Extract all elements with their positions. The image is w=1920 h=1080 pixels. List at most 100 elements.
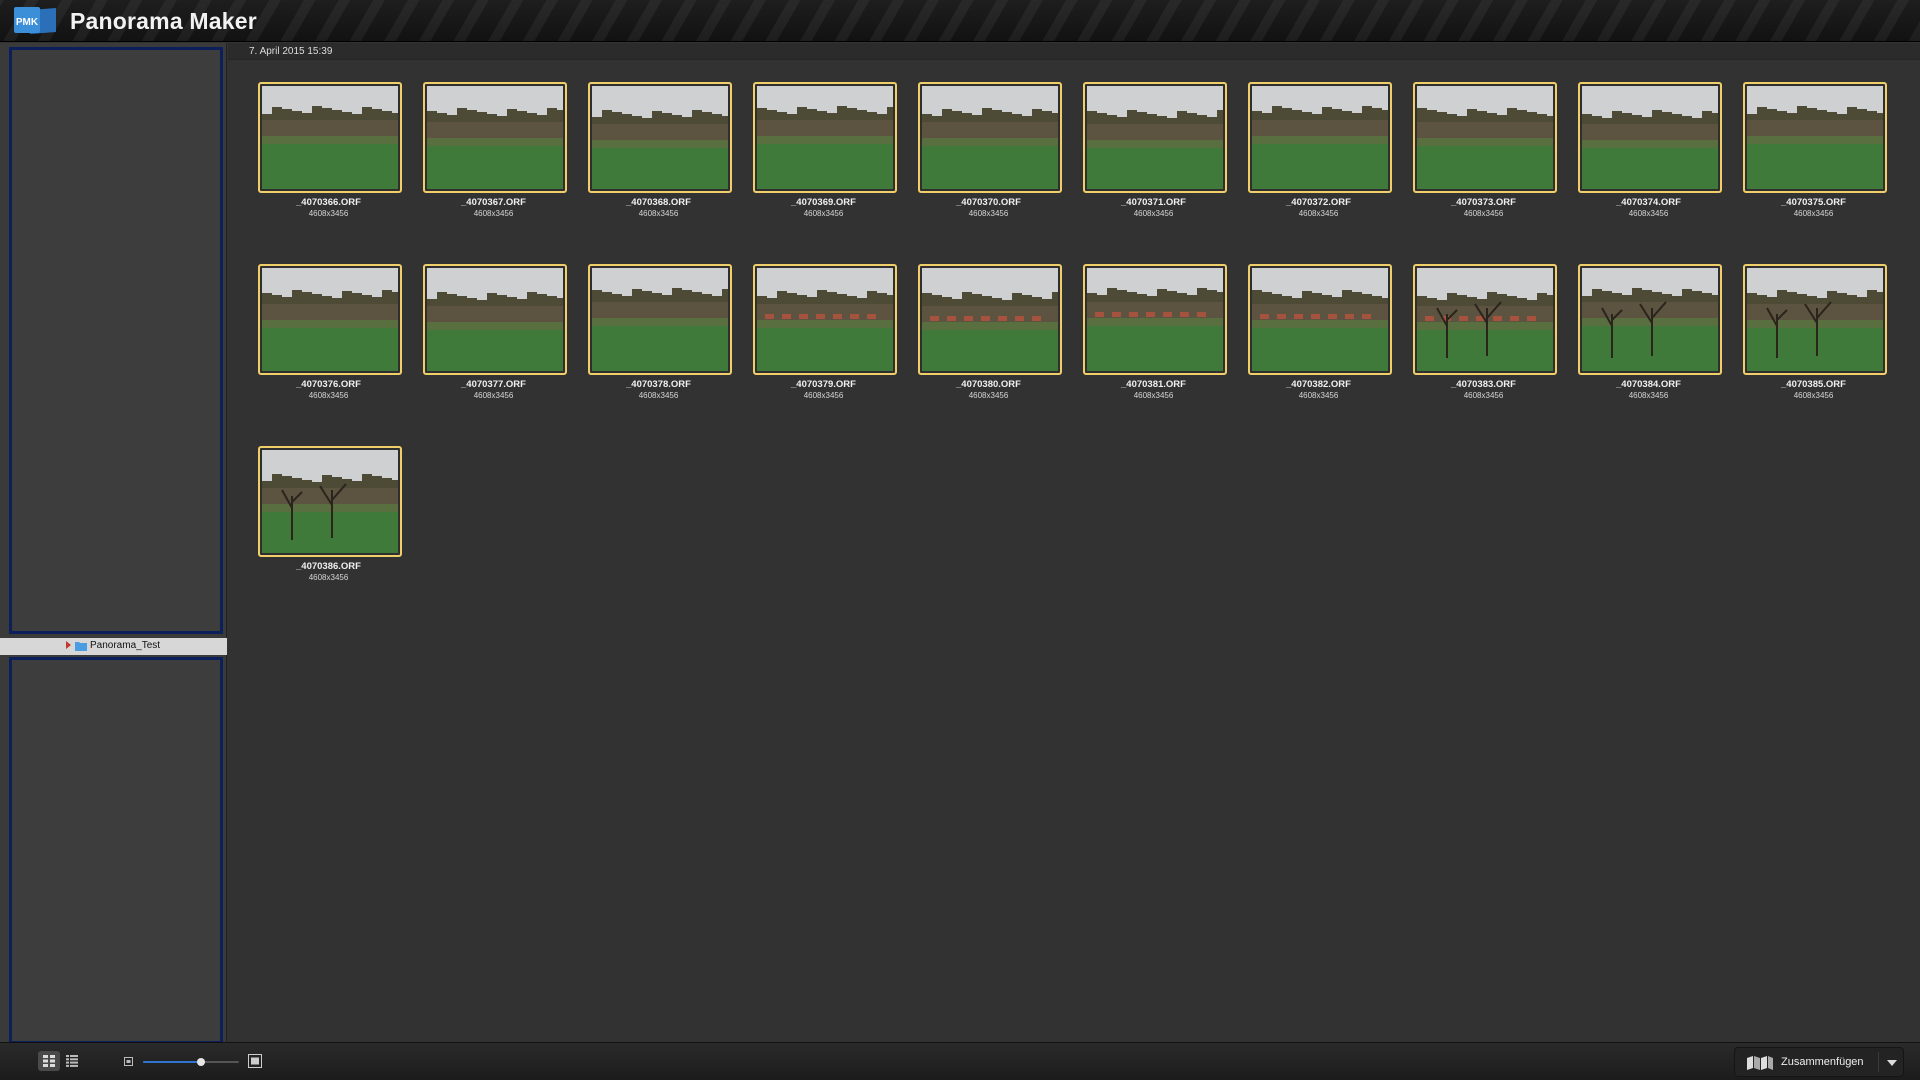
thumbnail-filename: _4070368.ORF — [626, 197, 691, 208]
preview-panel-top — [9, 47, 223, 634]
thumbnail-filename: _4070367.ORF — [461, 197, 526, 208]
app-logo-icon: PMK — [14, 7, 56, 34]
thumbnail-frame[interactable] — [918, 82, 1062, 193]
thumbnail-filename: _4070378.ORF — [626, 379, 691, 390]
thumbnail-item[interactable]: _4070367.ORF 4608x3456 — [411, 82, 576, 222]
thumbnail-dimensions: 4608x3456 — [1463, 391, 1504, 400]
thumbnail-filename: _4070384.ORF — [1616, 379, 1681, 390]
thumbnail-dimensions: 4608x3456 — [968, 209, 1009, 218]
thumbnail-item[interactable]: _4070381.ORF 4608x3456 — [1071, 264, 1236, 404]
folder-tree-item[interactable]: Panorama_Test — [0, 638, 227, 655]
thumbnail-item[interactable]: _4070368.ORF 4608x3456 — [576, 82, 741, 222]
thumbnail-frame[interactable] — [918, 264, 1062, 375]
thumbnail-dimensions: 4608x3456 — [1793, 209, 1834, 218]
thumbnail-frame[interactable] — [588, 264, 732, 375]
thumbnail-frame[interactable] — [753, 82, 897, 193]
thumbnail-image — [1252, 268, 1388, 371]
thumbnail-item[interactable]: _4070380.ORF 4608x3456 — [906, 264, 1071, 404]
zoom-in-icon[interactable] — [248, 1054, 262, 1068]
thumbnail-item[interactable]: _4070376.ORF 4608x3456 — [246, 264, 411, 404]
thumbnail-item[interactable]: _4070366.ORF 4608x3456 — [246, 82, 411, 222]
folder-icon — [75, 642, 87, 651]
folder-label: Panorama_Test — [90, 640, 161, 651]
thumbnail-item[interactable]: _4070374.ORF 4608x3456 — [1566, 82, 1731, 222]
thumbnail-grid: _4070366.ORF 4608x3456 _4070367.ORF 4608x34… — [228, 43, 1920, 1042]
thumbnail-item[interactable]: _4070382.ORF 4608x3456 — [1236, 264, 1401, 404]
thumbnail-image — [1252, 86, 1388, 189]
thumbnail-item[interactable]: _4070375.ORF 4608x3456 — [1731, 82, 1896, 222]
thumbnail-dimensions: 4608x3456 — [473, 209, 514, 218]
thumbnail-image — [427, 86, 563, 189]
thumbnail-filename: _4070370.ORF — [956, 197, 1021, 208]
thumbnail-item[interactable]: _4070379.ORF 4608x3456 — [741, 264, 906, 404]
thumbnail-dimensions: 4608x3456 — [1628, 209, 1669, 218]
thumbnail-image — [1747, 86, 1883, 189]
thumbnail-image — [592, 268, 728, 371]
list-view-icon — [66, 1055, 78, 1067]
thumbnail-image — [262, 450, 398, 553]
thumbnail-frame[interactable] — [1083, 82, 1227, 193]
zoom-slider[interactable] — [143, 1058, 239, 1066]
thumbnail-image — [592, 86, 728, 189]
thumbnail-filename: _4070369.ORF — [791, 197, 856, 208]
thumbnail-item[interactable]: _4070369.ORF 4608x3456 — [741, 82, 906, 222]
thumbnail-dimensions: 4608x3456 — [308, 573, 349, 582]
thumbnail-item[interactable]: _4070386.ORF 4608x3456 — [246, 446, 411, 586]
thumbnail-item[interactable]: _4070373.ORF 4608x3456 — [1401, 82, 1566, 222]
zoom-out-icon[interactable] — [124, 1057, 133, 1066]
app-title: Panorama Maker — [70, 8, 257, 34]
thumbnail-image — [1087, 268, 1223, 371]
thumbnail-item[interactable]: _4070383.ORF 4608x3456 — [1401, 264, 1566, 404]
thumbnail-image — [1582, 86, 1718, 189]
grid-view-button[interactable] — [38, 1051, 60, 1071]
thumbnail-image — [922, 268, 1058, 371]
grid-view-icon — [43, 1055, 55, 1067]
thumbnail-frame[interactable] — [1743, 264, 1887, 375]
thumbnail-dimensions: 4608x3456 — [638, 391, 679, 400]
thumbnail-image — [1417, 86, 1553, 189]
thumbnail-dimensions: 4608x3456 — [1133, 391, 1174, 400]
thumbnail-image — [427, 268, 563, 371]
zoom-slider-knob[interactable] — [196, 1058, 205, 1066]
merge-button[interactable]: Zusammenfügen — [1734, 1047, 1904, 1077]
thumbnail-item[interactable]: _4070371.ORF 4608x3456 — [1071, 82, 1236, 222]
thumbnail-filename: _4070382.ORF — [1286, 379, 1351, 390]
thumbnail-frame[interactable] — [588, 82, 732, 193]
thumbnail-image — [1747, 268, 1883, 371]
chevron-down-icon[interactable] — [1887, 1060, 1897, 1066]
thumbnail-frame[interactable] — [1248, 82, 1392, 193]
thumbnail-frame[interactable] — [1083, 264, 1227, 375]
thumbnail-frame[interactable] — [1578, 82, 1722, 193]
thumbnail-image — [757, 268, 893, 371]
thumbnail-dimensions: 4608x3456 — [1298, 209, 1339, 218]
thumbnail-frame[interactable] — [258, 446, 402, 557]
thumbnail-item[interactable]: _4070377.ORF 4608x3456 — [411, 264, 576, 404]
thumbnail-frame[interactable] — [1413, 264, 1557, 375]
thumbnail-dimensions: 4608x3456 — [473, 391, 514, 400]
thumbnail-dimensions: 4608x3456 — [308, 209, 349, 218]
thumbnail-image — [1087, 86, 1223, 189]
thumbnail-frame[interactable] — [1413, 82, 1557, 193]
thumbnail-item[interactable]: _4070378.ORF 4608x3456 — [576, 264, 741, 404]
thumbnail-filename: _4070380.ORF — [956, 379, 1021, 390]
thumbnail-dimensions: 4608x3456 — [1463, 209, 1504, 218]
thumbnail-item[interactable]: _4070384.ORF 4608x3456 — [1566, 264, 1731, 404]
thumbnail-image — [262, 86, 398, 189]
thumbnail-item[interactable]: _4070385.ORF 4608x3456 — [1731, 264, 1896, 404]
thumbnail-item[interactable]: _4070370.ORF 4608x3456 — [906, 82, 1071, 222]
thumbnail-dimensions: 4608x3456 — [1628, 391, 1669, 400]
thumbnail-frame[interactable] — [1743, 82, 1887, 193]
thumbnail-frame[interactable] — [1248, 264, 1392, 375]
thumbnail-item[interactable]: _4070372.ORF 4608x3456 — [1236, 82, 1401, 222]
thumbnail-filename: _4070375.ORF — [1781, 197, 1846, 208]
disclosure-triangle-icon[interactable] — [66, 641, 71, 649]
thumbnail-filename: _4070381.ORF — [1121, 379, 1186, 390]
thumbnail-frame[interactable] — [258, 264, 402, 375]
thumbnail-image — [262, 268, 398, 371]
thumbnail-frame[interactable] — [423, 82, 567, 193]
thumbnail-frame[interactable] — [1578, 264, 1722, 375]
thumbnail-frame[interactable] — [423, 264, 567, 375]
thumbnail-frame[interactable] — [258, 82, 402, 193]
thumbnail-frame[interactable] — [753, 264, 897, 375]
list-view-button[interactable] — [61, 1051, 83, 1071]
